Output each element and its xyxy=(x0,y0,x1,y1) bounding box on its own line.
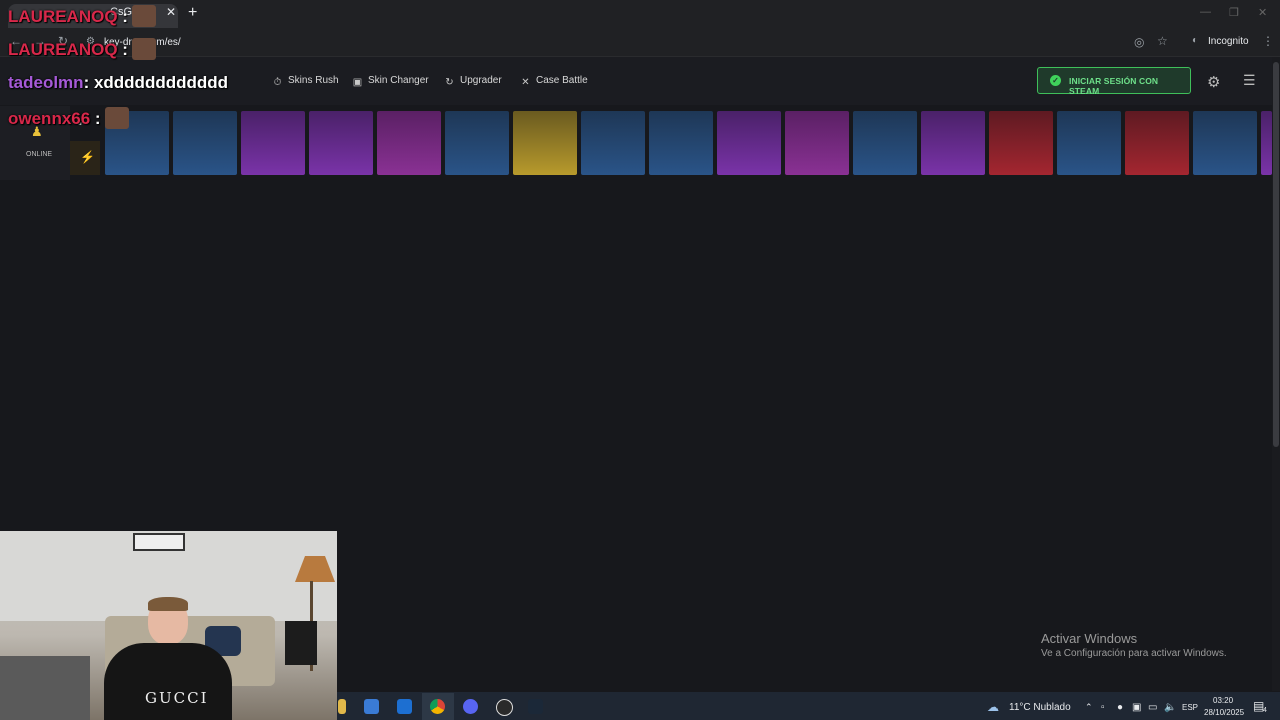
discord-icon[interactable] xyxy=(463,699,478,714)
live-drop-tile[interactable] xyxy=(989,111,1053,175)
online-label: ONLINE xyxy=(26,151,53,158)
webcam-overlay: GUCCI xyxy=(0,531,337,720)
live-drop-tile[interactable] xyxy=(241,111,305,175)
live-drop-tile[interactable] xyxy=(1057,111,1121,175)
live-drop-tile[interactable] xyxy=(785,111,849,175)
incognito-icon: ◐ xyxy=(1192,35,1199,46)
settings-gear-icon[interactable]: ⚙ xyxy=(1207,73,1220,91)
live-drop-tile[interactable] xyxy=(1193,111,1257,175)
address-bar xyxy=(0,28,1280,57)
chat-message: : xdddddddddddd xyxy=(83,73,229,92)
live-drop-tile[interactable] xyxy=(1125,111,1189,175)
volume-icon[interactable]: 🔈 xyxy=(1164,702,1176,713)
chat-line: owennx66 : xyxy=(8,107,130,129)
tray-chevron-icon[interactable]: ⌃ xyxy=(1085,702,1093,713)
chat-username: LAUREANOQ xyxy=(8,40,118,59)
minimize-icon[interactable]: — xyxy=(1200,6,1211,18)
nav-upgrader[interactable]: ↻ Upgrader xyxy=(444,75,502,88)
maximize-icon[interactable]: ❐ xyxy=(1229,6,1239,19)
tray-app-icon[interactable]: ▣ xyxy=(1132,702,1141,713)
weather-text[interactable]: 11°C Nublado xyxy=(1009,702,1071,713)
obs-icon[interactable] xyxy=(496,699,513,716)
outlook-icon[interactable] xyxy=(397,699,412,714)
image-icon: ▣ xyxy=(352,77,363,88)
network-icon[interactable]: ▭ xyxy=(1148,702,1157,713)
pc-case xyxy=(285,621,317,665)
login-label: INICIAR SESIÓN CON STEAM xyxy=(1069,76,1159,96)
shirt xyxy=(104,643,232,720)
stopwatch-icon: ⏱ xyxy=(273,77,282,88)
side-table xyxy=(0,656,90,720)
lightning-icon: ⚡ xyxy=(80,150,95,164)
chat-separator: : xyxy=(117,7,128,26)
tab-close-icon[interactable]: ✕ xyxy=(166,5,176,19)
chat-emote xyxy=(105,107,130,129)
clock-date[interactable]: 28/10/2025 xyxy=(1204,708,1244,717)
clock-time[interactable]: 03:20 xyxy=(1213,696,1233,705)
hamburger-menu-icon[interactable]: ☰ xyxy=(1243,72,1256,89)
scrollbar-thumb[interactable] xyxy=(1273,62,1279,447)
live-drop-tile[interactable] xyxy=(309,111,373,175)
file-explorer-icon[interactable] xyxy=(338,699,346,714)
steam-icon[interactable] xyxy=(528,699,543,714)
nav-label: Case Battle xyxy=(536,75,588,86)
shirt-text: GUCCI xyxy=(145,689,209,707)
close-window-icon[interactable]: ✕ xyxy=(1258,6,1267,19)
hair xyxy=(148,597,188,611)
check-icon: ✓ xyxy=(1050,75,1061,86)
live-drop-tile[interactable] xyxy=(1261,111,1272,175)
bookmark-star-icon[interactable]: ☆ xyxy=(1157,34,1168,48)
new-tab-button[interactable]: + xyxy=(188,4,197,22)
microphone-icon[interactable]: ● xyxy=(1117,702,1123,713)
tray-app-icon[interactable]: ▫ xyxy=(1101,702,1105,713)
activate-windows-title: Activar Windows xyxy=(1041,631,1138,646)
live-drop-tile[interactable] xyxy=(173,111,237,175)
steam-login-button[interactable]: ✓ INICIAR SESIÓN CON STEAM xyxy=(1037,67,1191,96)
cloud-icon: ☁ xyxy=(987,700,999,714)
chat-separator: : xyxy=(90,109,101,128)
wall-picture xyxy=(133,533,185,551)
nav-skins-rush[interactable]: ⏱ Skins Rush xyxy=(272,75,339,88)
chat-line: tadeolmn: xdddddddddddd xyxy=(8,73,228,93)
live-drop-tile[interactable] xyxy=(445,111,509,175)
chat-line: LAUREANOQ : xyxy=(8,38,157,60)
live-drop-tile[interactable] xyxy=(513,111,577,175)
nav-case-battle[interactable]: ✕ Case Battle xyxy=(520,75,588,88)
chat-emote xyxy=(132,38,157,60)
store-icon[interactable] xyxy=(364,699,379,714)
live-drop-tile[interactable] xyxy=(581,111,645,175)
chat-username: owennx66 xyxy=(8,109,91,128)
live-drop-tile[interactable] xyxy=(717,111,781,175)
best-drops-toggle[interactable]: ⚡ xyxy=(70,141,100,175)
nav-label: Upgrader xyxy=(460,75,502,86)
incognito-label[interactable]: Incognito xyxy=(1208,36,1249,47)
chat-username: LAUREANOQ xyxy=(8,7,118,26)
chat-line: LAUREANOQ : xyxy=(8,5,157,27)
chat-emote xyxy=(132,5,157,27)
chat-separator: : xyxy=(117,40,128,59)
nav-label: Skins Rush xyxy=(288,75,339,86)
refresh-icon: ↻ xyxy=(445,77,454,88)
swords-icon: ✕ xyxy=(521,77,530,88)
nav-label: Skin Changer xyxy=(368,75,429,86)
live-drop-tile[interactable] xyxy=(853,111,917,175)
chat-username: tadeolmn xyxy=(8,73,84,92)
activate-windows-subtitle: Ve a Configuración para activar Windows. xyxy=(1041,648,1227,659)
live-drop-tile[interactable] xyxy=(649,111,713,175)
live-drop-tile[interactable] xyxy=(921,111,985,175)
nav-skin-changer[interactable]: ▣ Skin Changer xyxy=(352,75,429,88)
eye-off-icon[interactable]: ◎ xyxy=(1134,35,1144,49)
language-indicator[interactable]: ESP xyxy=(1182,703,1198,712)
browser-menu-icon[interactable]: ⋮ xyxy=(1262,34,1274,48)
live-drop-tile[interactable] xyxy=(377,111,441,175)
notification-count: 4 xyxy=(1263,707,1267,714)
chrome-icon[interactable] xyxy=(430,699,445,714)
